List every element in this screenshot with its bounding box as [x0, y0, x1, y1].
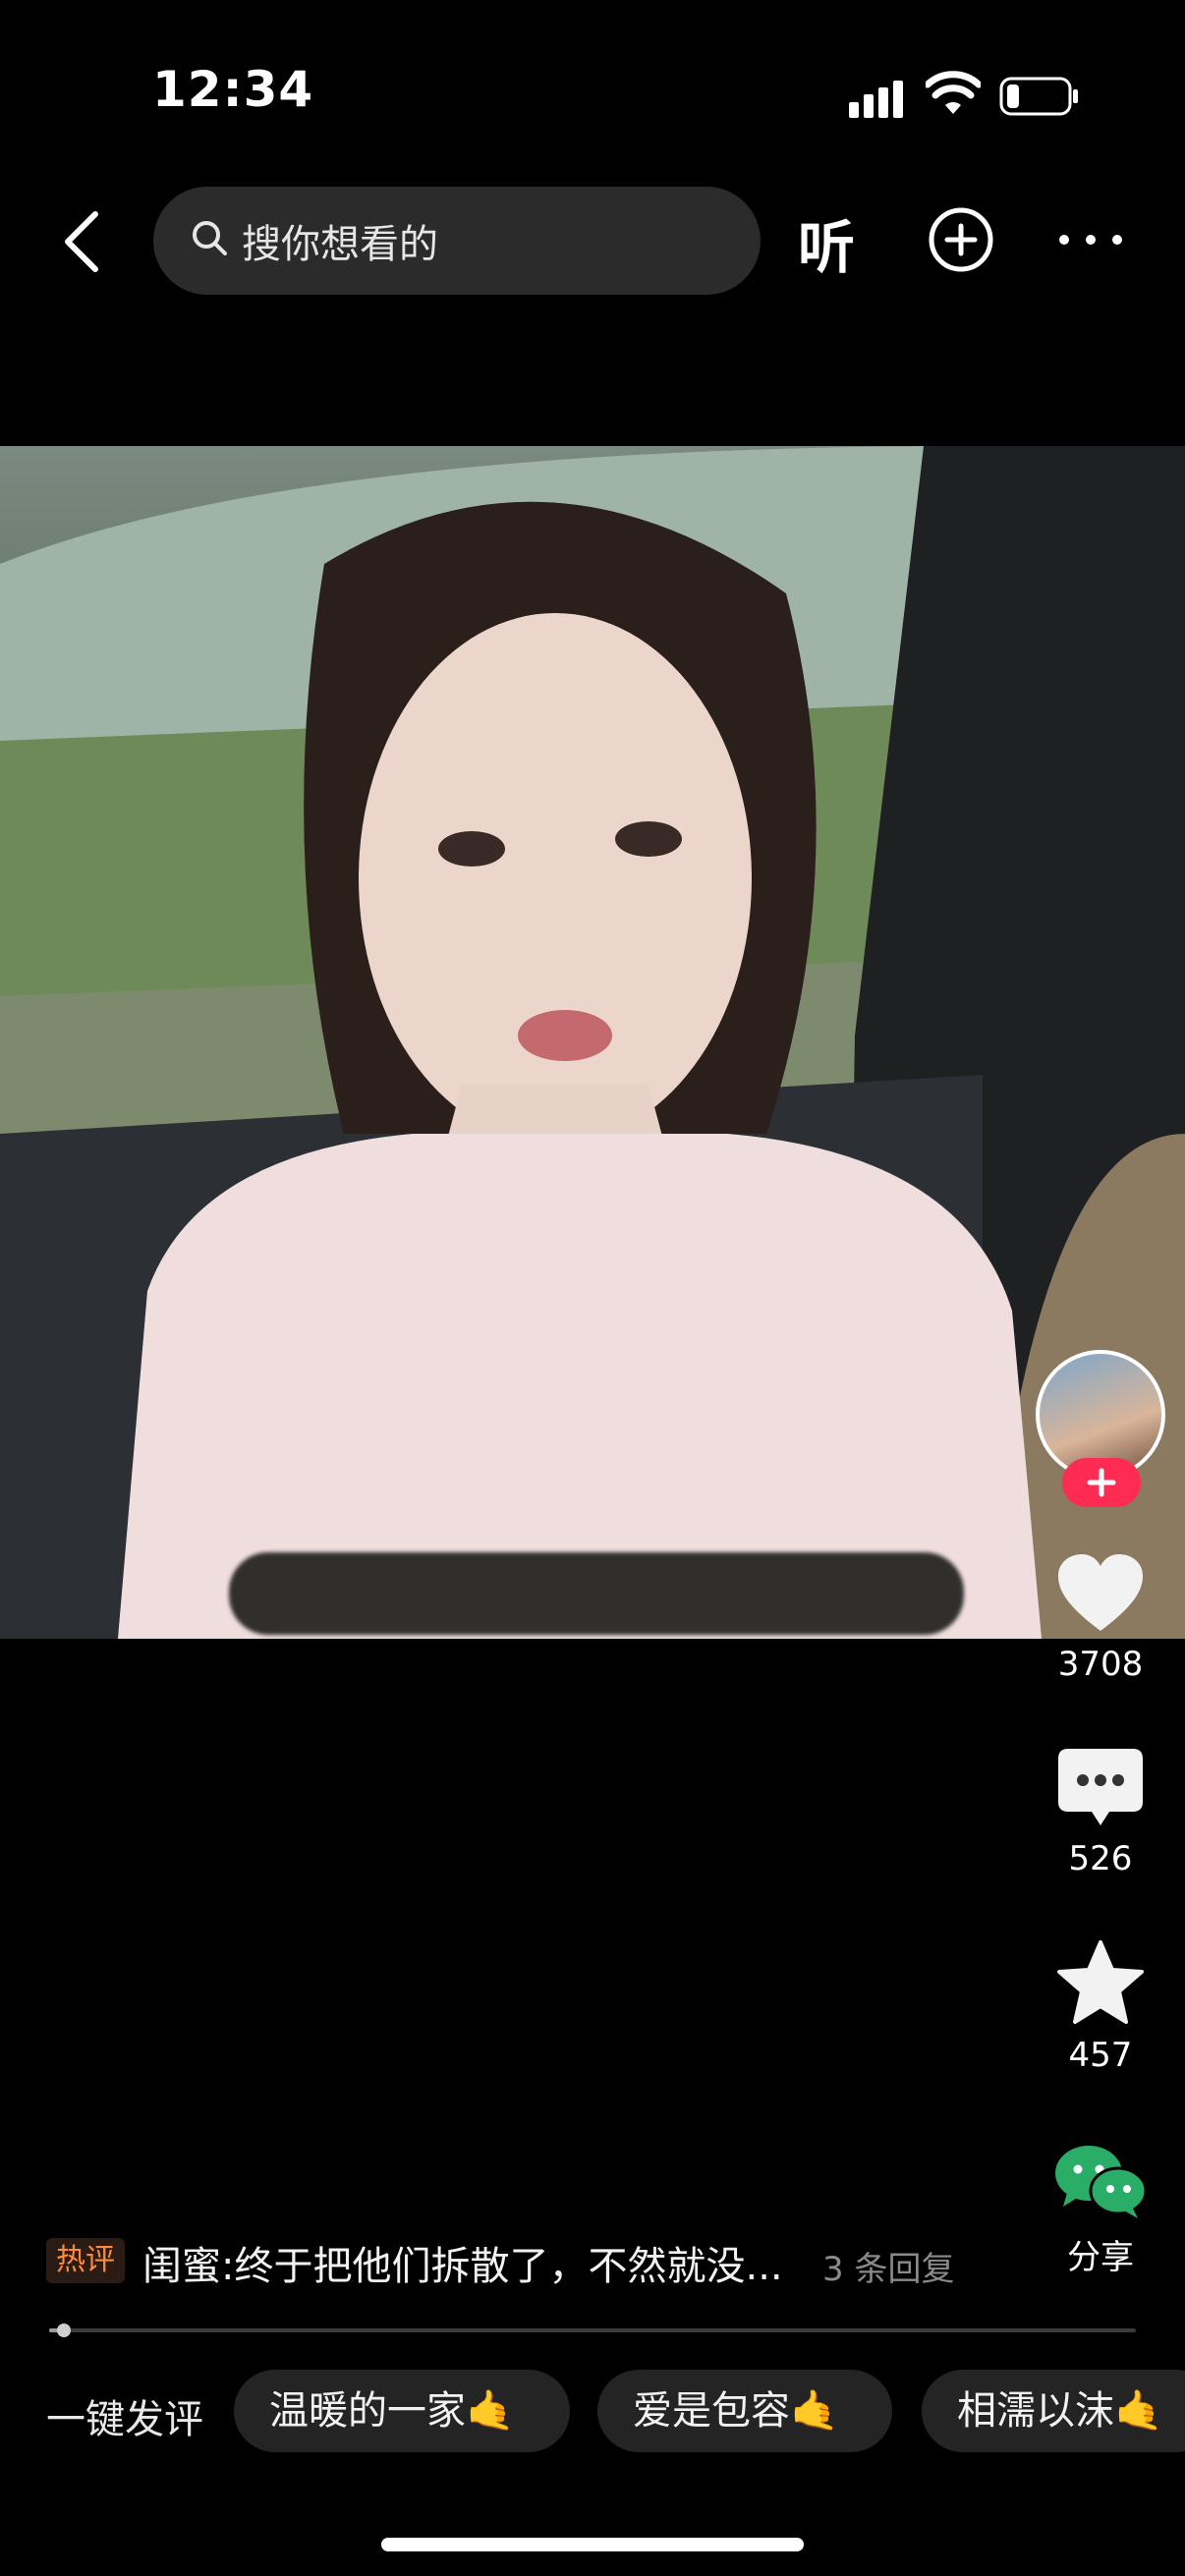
chip-text: 温暖的一家 — [269, 2388, 466, 2434]
follow-plus-icon[interactable] — [1062, 1458, 1141, 1507]
like-button[interactable]: 3708 — [1032, 1552, 1169, 1684]
status-time: 12:34 — [152, 61, 314, 118]
back-button[interactable] — [54, 206, 113, 277]
progress-handle[interactable] — [57, 2324, 72, 2337]
chip-text: 相濡以沫 — [957, 2388, 1114, 2434]
chip-emoji: 🤙 — [1114, 2388, 1163, 2434]
hot-comment-replies[interactable]: 3 条回复 — [822, 2242, 954, 2290]
like-count: 3708 — [1057, 1645, 1144, 1684]
favorite-button[interactable]: 457 — [1032, 1939, 1169, 2075]
top-nav: 搜你想看的 听 — [0, 182, 1185, 300]
quick-comment-chip[interactable]: 相濡以沫🤙 — [922, 2370, 1185, 2452]
share-label: 分享 — [1067, 2238, 1134, 2277]
share-button[interactable]: 分享 — [1032, 2142, 1169, 2278]
favorite-count: 457 — [1068, 2036, 1133, 2075]
hot-comment-tag: 热评 — [46, 2238, 125, 2283]
hot-comment[interactable]: 热评 闺蜜:终于把他们拆散了，不然就没... 3 条回复 — [46, 2230, 989, 2293]
search-input[interactable]: 搜你想看的 — [153, 187, 761, 295]
quick-comment-chip[interactable]: 温暖的一家🤙 — [234, 2370, 570, 2452]
wifi-icon — [926, 71, 981, 114]
wechat-icon — [1055, 2146, 1148, 2218]
heart-icon — [1058, 1554, 1143, 1631]
comment-count: 526 — [1068, 1839, 1133, 1878]
chip-emoji: 🤙 — [466, 2388, 515, 2434]
video-subtitle-blurred — [229, 1552, 964, 1635]
video-progress-bar[interactable] — [49, 2324, 1136, 2337]
comment-icon — [1058, 1749, 1143, 1825]
add-icon[interactable] — [928, 206, 994, 273]
more-icon[interactable] — [1056, 221, 1125, 258]
video-frame-image — [0, 446, 1185, 1639]
battery-icon — [999, 77, 1078, 116]
quick-comment-chip[interactable]: 爱是包容🤙 — [597, 2370, 892, 2452]
quick-comment-label: 一键发评 — [46, 2397, 203, 2442]
search-icon — [193, 221, 227, 255]
chip-emoji: 🤙 — [790, 2388, 839, 2434]
video-player[interactable] — [0, 446, 1185, 1639]
chip-text: 爱是包容 — [633, 2388, 790, 2434]
listen-button[interactable]: 听 — [798, 201, 855, 284]
search-placeholder: 搜你想看的 — [242, 222, 438, 267]
star-icon — [1057, 1940, 1144, 2024]
home-indicator[interactable] — [381, 2538, 804, 2551]
hot-comment-text: 闺蜜:终于把他们拆散了，不然就没... — [142, 2244, 783, 2289]
signal-icon — [849, 81, 903, 118]
comment-button[interactable]: 526 — [1032, 1747, 1169, 1878]
status-bar: 12:34 — [0, 0, 1185, 187]
